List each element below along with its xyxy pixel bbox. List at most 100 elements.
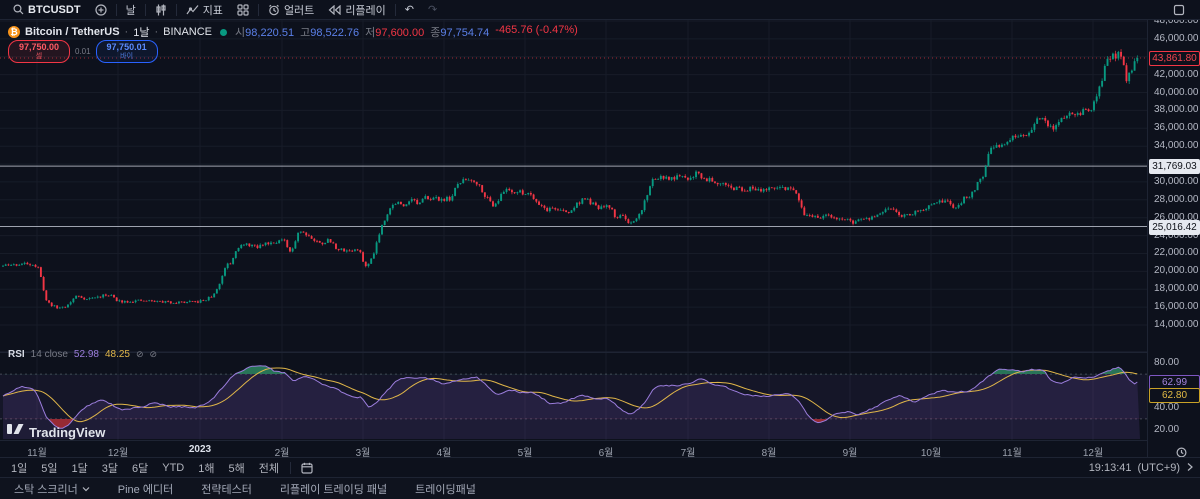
toolbar-divider — [394, 3, 396, 16]
price-tick: 16,000.00 — [1154, 301, 1199, 313]
buy-price: 97,750.01 — [106, 42, 147, 52]
legend-exchange: BINANCE — [163, 26, 213, 38]
price-axis[interactable]: 48,000.0046,000.0044,000.0042,000.0040,0… — [1147, 15, 1200, 458]
buy-button[interactable]: 97,750.01 바이 — [95, 40, 158, 63]
compare-add-symbol-button[interactable] — [88, 0, 114, 19]
window-layout-button[interactable] — [1166, 4, 1192, 16]
range-right: 19:13:41 (UTC+9) — [1089, 462, 1200, 475]
range-divider — [290, 462, 291, 474]
range-button-전체[interactable]: 전체 — [252, 460, 286, 476]
search-icon — [13, 4, 24, 15]
high-value: 98,522.76 — [310, 27, 360, 39]
range-button-1해[interactable]: 1해 — [191, 460, 221, 476]
close-value: 97,754.74 — [440, 27, 490, 39]
legend-interval: 1날 — [133, 27, 150, 39]
range-button-YTD[interactable]: YTD — [155, 462, 191, 474]
range-button-6달[interactable]: 6달 — [125, 460, 155, 476]
layout-templates-button[interactable] — [230, 0, 256, 19]
interval-label: 날 — [125, 4, 136, 17]
chart-canvas[interactable] — [0, 19, 1147, 440]
redo-icon: ↷ — [428, 4, 438, 16]
trade-buttons: 97,750.00 셀 0.01 97,750.01 바이 — [8, 40, 158, 63]
clock-time: 19:13:41 — [1088, 462, 1132, 474]
pane-divider[interactable] — [0, 352, 1200, 353]
symbol-search-button[interactable]: BTCUSDT — [6, 0, 88, 19]
rsi-params: 14 close — [30, 349, 68, 360]
plus-circle-icon — [94, 3, 107, 16]
low-value: 97,600.00 — [375, 27, 425, 39]
spread-value: 0.01 — [75, 47, 91, 56]
rsi-tick: 20.00 — [1154, 424, 1180, 435]
range-button-1달[interactable]: 1달 — [65, 460, 95, 476]
hline-price-label: 25,016.42 — [1149, 219, 1200, 235]
range-toolbar: 1일 5일 1달 3달 6달 YTD 1해 5해 전체 19:13:41 (UTC+9) — [0, 457, 1200, 478]
buy-label: 바이 — [120, 53, 134, 60]
watermark-text: TradingView — [29, 424, 106, 440]
interval-button[interactable]: 날 — [119, 0, 143, 19]
toolbar-divider — [144, 3, 146, 16]
symbol-name: BTCUSDT — [28, 3, 81, 16]
close-label: 종 — [430, 27, 441, 39]
tradingview-watermark: TradingView — [7, 423, 105, 441]
market-status-dot — [220, 28, 228, 36]
rsi-ma-value-label: 62.80 — [1149, 387, 1200, 403]
tab-trading-panel[interactable]: 트레이딩패널 — [401, 481, 490, 497]
tab-stock-screener[interactable]: 스탁 스크리너 — [0, 481, 104, 497]
undo-icon: ↶ — [404, 4, 415, 16]
chart-type-button[interactable] — [148, 0, 174, 19]
layout-grid-icon — [237, 3, 249, 16]
indicators-label: 지표 — [202, 4, 223, 17]
undo-button[interactable]: ↶ — [398, 0, 421, 19]
redo-button[interactable]: ↷ — [421, 0, 444, 19]
toolbar-divider — [257, 3, 259, 16]
price-tick: 30,000.00 — [1154, 175, 1199, 187]
time-axis[interactable]: 11월 12월 2023 2월 3월 4월 5월 6월 7월 8월 9월 10월 11월 12월 — [0, 440, 1147, 459]
tab-pine-editor[interactable]: Pine 에디터 — [104, 481, 187, 497]
rsi-legend[interactable]: RSI 14 close 52.98 48.25 ⊘ ⊘ — [8, 349, 157, 360]
rsi-tick: 40.00 — [1154, 401, 1180, 413]
open-value: 98,220.51 — [245, 27, 295, 39]
alarm-clock-icon — [268, 4, 280, 16]
tradingview-app: BTCUSDT 날 지표 얼러트 리플레이 ↶ ↷ ₿ Bitcoin / Te… — [0, 0, 1200, 499]
indicators-button[interactable]: 지표 — [179, 0, 230, 19]
ohlc-values: 시98,220.51 고98,522.76 저97,600.00 종97,754… — [235, 24, 578, 40]
range-buttons: 1일 5일 1달 3달 6달 YTD 1해 5해 전체 — [0, 458, 319, 478]
sell-price: 97,750.00 — [18, 42, 60, 52]
price-tick: 40,000.00 — [1154, 86, 1199, 98]
price-tick: 42,000.00 — [1154, 68, 1199, 80]
low-label: 저 — [365, 27, 376, 39]
range-button-1일[interactable]: 1일 — [4, 460, 34, 476]
price-tick: 36,000.00 — [1154, 122, 1199, 134]
legend-separator: · — [124, 26, 129, 38]
replay-button[interactable]: 리플레이 — [321, 0, 392, 19]
alert-button[interactable]: 얼러트 — [261, 0, 321, 19]
rsi-tick: 80.00 — [1154, 357, 1180, 368]
symbol-legend[interactable]: ₿ Bitcoin / TetherUS · 1날 · BINANCE 시98,… — [8, 24, 578, 40]
footer-tabs-bar: 스탁 스크리너 Pine 에디터 전략테스터 리플레이 트레이딩 패널 트레이딩패널 — [0, 477, 1200, 499]
rsi-hide-icon[interactable]: ⊘ — [136, 350, 144, 359]
replay-label: 리플레이 — [345, 4, 386, 17]
rsi-value: 52.98 — [73, 349, 99, 360]
go-to-date-calendar-icon[interactable] — [295, 462, 319, 474]
candlestick-icon — [155, 4, 167, 16]
rsi-menu-icon[interactable]: ⊘ — [150, 350, 158, 359]
top-toolbar: BTCUSDT 날 지표 얼러트 리플레이 ↶ ↷ — [0, 0, 1200, 20]
chevron-right-icon[interactable] — [1186, 462, 1194, 475]
sell-button[interactable]: 97,750.00 셀 — [8, 40, 70, 63]
toolbar-divider — [175, 3, 177, 16]
open-label: 시 — [235, 27, 246, 39]
range-button-3달[interactable]: 3달 — [95, 460, 125, 476]
sell-label: 셀 — [35, 53, 43, 60]
timezone-button[interactable]: (UTC+9) — [1138, 462, 1180, 474]
toolbar-divider — [115, 3, 117, 16]
time-axis-label: 2023 — [188, 444, 212, 455]
tab-strategy-tester[interactable]: 전략테스터 — [187, 481, 266, 497]
price-tick: 34,000.00 — [1154, 140, 1199, 152]
toolbar-right — [1166, 4, 1200, 16]
price-tick: 46,000.00 — [1154, 32, 1199, 44]
range-button-5일[interactable]: 5일 — [34, 460, 64, 476]
change-value: -465.76 (-0.47%) — [495, 24, 578, 36]
price-tick: 20,000.00 — [1154, 265, 1199, 277]
tab-replay-trading-panel[interactable]: 리플레이 트레이딩 패널 — [266, 481, 401, 497]
range-button-5해[interactable]: 5해 — [222, 460, 252, 476]
